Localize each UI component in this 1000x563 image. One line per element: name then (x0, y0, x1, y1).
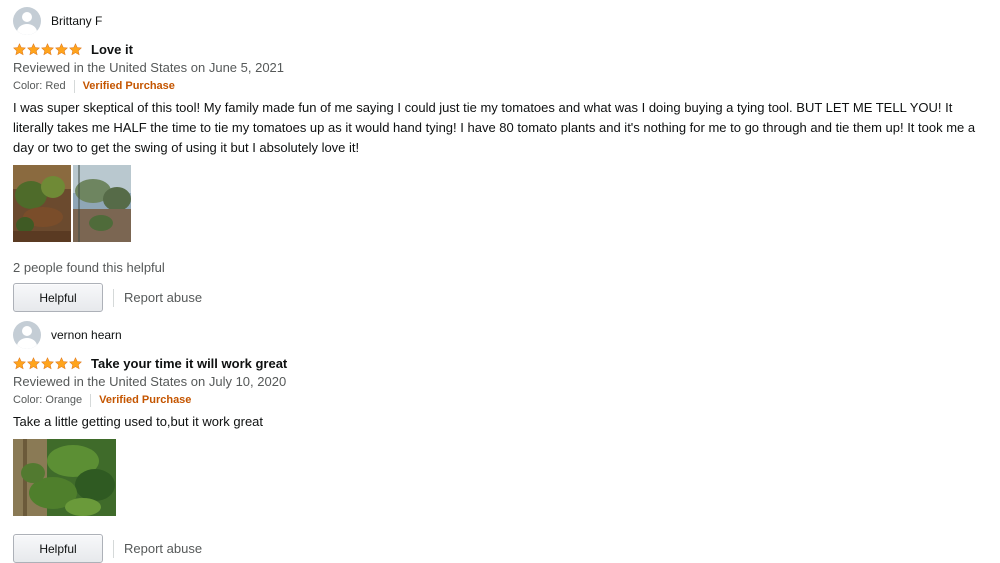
review-image-thumbnail[interactable] (13, 439, 116, 516)
helpful-count: 2 people found this helpful (13, 260, 165, 275)
reviewer-name[interactable]: Brittany F (51, 14, 102, 28)
star-icon (69, 356, 82, 369)
review-title[interactable]: Love it (91, 42, 133, 57)
star-icon (55, 42, 68, 55)
review-image-thumbnail[interactable] (13, 165, 71, 242)
star-rating[interactable] (13, 356, 82, 370)
divider (73, 79, 75, 93)
review-image-thumbnail[interactable] (73, 165, 131, 242)
star-icon (13, 42, 26, 55)
verified-purchase-badge[interactable]: Verified Purchase (99, 392, 191, 408)
star-icon (27, 356, 40, 369)
review-body: I was super skeptical of this tool! My f… (13, 100, 976, 155)
variant-color[interactable]: Color: Red (13, 78, 66, 94)
report-abuse-link[interactable]: Report abuse (124, 541, 202, 556)
reviewer-profile[interactable]: Brittany F (13, 6, 993, 36)
review-date: Reviewed in the United States on July 10… (13, 374, 287, 389)
star-icon (27, 42, 40, 55)
review-images (13, 439, 993, 516)
star-icon (41, 42, 54, 55)
star-icon (55, 356, 68, 369)
report-abuse-link[interactable]: Report abuse (124, 290, 202, 305)
avatar[interactable] (13, 7, 41, 35)
review-card: Brittany F Love it Reviewed in the Unite… (13, 6, 993, 312)
review-title[interactable]: Take your time it will work great (91, 356, 287, 371)
divider (113, 539, 114, 558)
verified-purchase-badge[interactable]: Verified Purchase (83, 78, 175, 94)
variant-color[interactable]: Color: Orange (13, 392, 82, 408)
helpful-button[interactable]: Helpful (13, 534, 103, 563)
star-icon (41, 356, 54, 369)
star-icon (69, 42, 82, 55)
review-date: Reviewed in the United States on June 5,… (13, 60, 285, 75)
review-body: Take a little getting used to,but it wor… (13, 414, 264, 429)
review-images (13, 165, 993, 242)
helpful-button[interactable]: Helpful (13, 283, 103, 312)
review-card: vernon hearn Take your time it will work… (13, 320, 993, 563)
divider (90, 393, 92, 407)
reviewer-name[interactable]: vernon hearn (51, 328, 122, 342)
star-rating[interactable] (13, 42, 82, 56)
star-icon (13, 356, 26, 369)
reviewer-profile[interactable]: vernon hearn (13, 320, 993, 350)
divider (113, 288, 114, 307)
avatar[interactable] (13, 321, 41, 349)
